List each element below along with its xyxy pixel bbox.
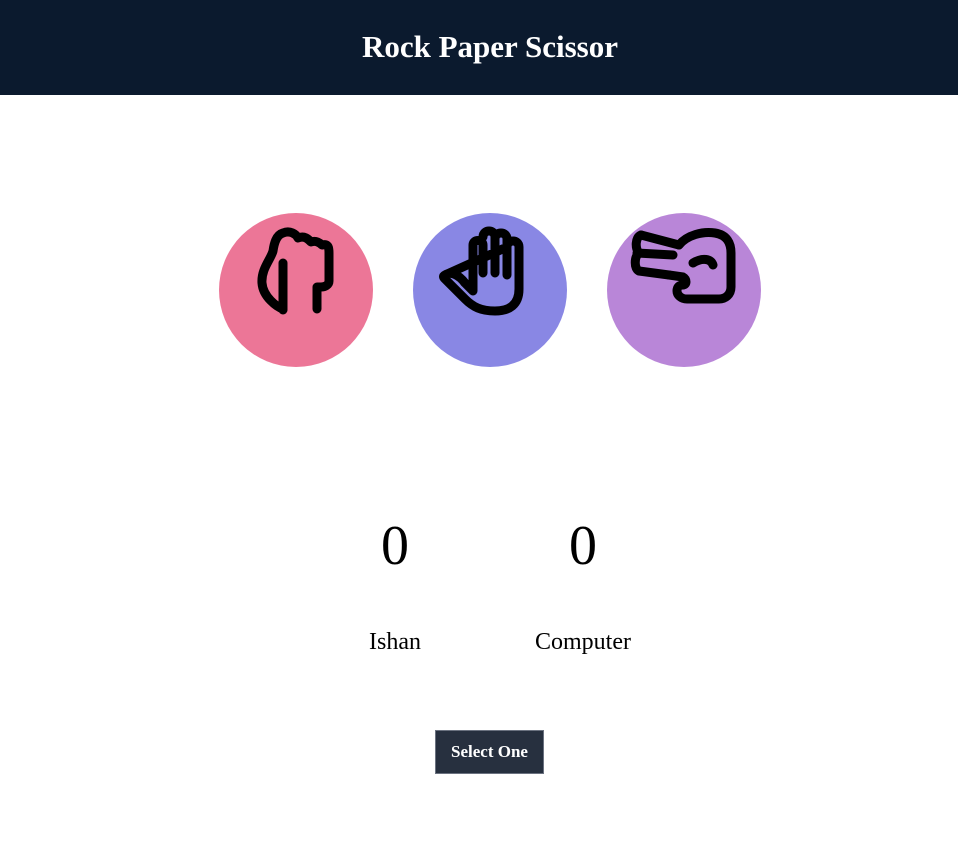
scissor-choice[interactable] [607, 213, 761, 367]
message-button[interactable]: Select One [435, 730, 544, 774]
open-hand-icon [439, 226, 524, 316]
fist-icon [257, 227, 334, 315]
computer-name-label: Computer [535, 629, 631, 655]
header-bar: Rock Paper Scissor [0, 0, 958, 95]
user-score: 0 [381, 515, 409, 577]
choices-row [0, 213, 958, 367]
user-name-label: Ishan [369, 629, 421, 655]
scissors-hand-icon [630, 228, 736, 304]
page-title: Rock Paper Scissor [361, 28, 619, 64]
computer-score: 0 [569, 515, 597, 577]
rock-choice[interactable] [219, 213, 373, 367]
paper-choice[interactable] [413, 213, 567, 367]
